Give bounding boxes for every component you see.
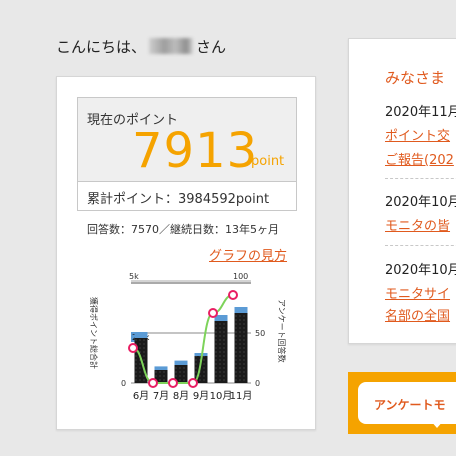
right-tick-label: 50: [255, 329, 265, 338]
greeting: こんにちは、 さん: [56, 36, 226, 57]
total-points-value: 3984592point: [178, 192, 270, 207]
current-points-panel: 現在のポイント 7913 point: [78, 98, 296, 182]
news-divider: [385, 245, 456, 246]
survey-banner[interactable]: アンケートモ: [348, 372, 456, 434]
answers-point: [208, 308, 218, 318]
news-date: 2020年11月: [385, 105, 456, 120]
news-link[interactable]: 名部の全国: [385, 305, 450, 324]
answer-stats: 回答数：7570／継続日数：13年5ヶ月: [87, 223, 279, 236]
news-card: みなさま 2020年11月 ポイント交 ご報告(202 2020年10月 モニタ…: [348, 38, 456, 344]
news-date: 2020年10月: [385, 263, 456, 278]
news-divider: [385, 178, 456, 179]
left-tick-label: 5k: [129, 272, 139, 281]
answers-point: [188, 378, 198, 388]
survey-banner-notch: [430, 420, 444, 428]
total-points-label: 累計ポイント：: [87, 192, 179, 207]
news-link[interactable]: モニタサイ: [385, 283, 450, 302]
greeting-suffix: さん: [196, 38, 227, 56]
news-link[interactable]: ご報告(202: [385, 149, 454, 168]
x-tick-label: 11月: [230, 390, 253, 402]
points-box: 現在のポイント 7913 point 累計ポイント：3984592point: [77, 97, 297, 211]
greeting-prefix: こんにちは、: [56, 38, 147, 56]
survey-banner-label: アンケートモ: [374, 398, 446, 412]
news-link[interactable]: モニタの皆: [385, 215, 450, 234]
right-axis-title: アンケート回答数: [277, 299, 287, 363]
answers-point: [228, 290, 238, 300]
answers-point: [128, 343, 138, 353]
news-date: 2020年10月: [385, 195, 456, 210]
news-title: みなさま: [385, 69, 446, 87]
bar-points-cap: [174, 360, 188, 365]
graph-help-link[interactable]: グラフの見方: [209, 245, 287, 264]
x-tick-label: 7月: [153, 390, 169, 402]
answers-point: [168, 378, 178, 388]
news-link[interactable]: ポイント交: [385, 125, 450, 144]
total-points: 累計ポイント：3984592point: [87, 188, 269, 207]
bar-points-cap: [134, 332, 148, 338]
answers-point: [148, 378, 158, 388]
x-tick-label: 8月: [173, 390, 189, 402]
points-card: 現在のポイント 7913 point 累計ポイント：3984592point 回…: [56, 76, 316, 430]
monthly-chart: 02.5k5k050100獲得ポイント総合計アンケート回答数6月7月8月9月10…: [89, 272, 287, 402]
right-tick-label: 0: [255, 379, 260, 388]
current-points-value: 7913: [132, 123, 259, 179]
x-tick-label: 6月: [133, 390, 149, 402]
bar-points-cap: [234, 307, 248, 313]
points-unit: point: [251, 154, 285, 169]
left-axis-title: 獲得ポイント総合計: [89, 297, 99, 369]
bar-points: [234, 313, 248, 383]
bar-points-cap: [154, 366, 168, 370]
bar-points: [214, 321, 228, 383]
right-tick-label: 100: [233, 272, 248, 281]
x-tick-label: 9月: [193, 390, 209, 402]
left-tick-label: 0: [121, 379, 126, 388]
user-name-blurred: [149, 38, 194, 54]
